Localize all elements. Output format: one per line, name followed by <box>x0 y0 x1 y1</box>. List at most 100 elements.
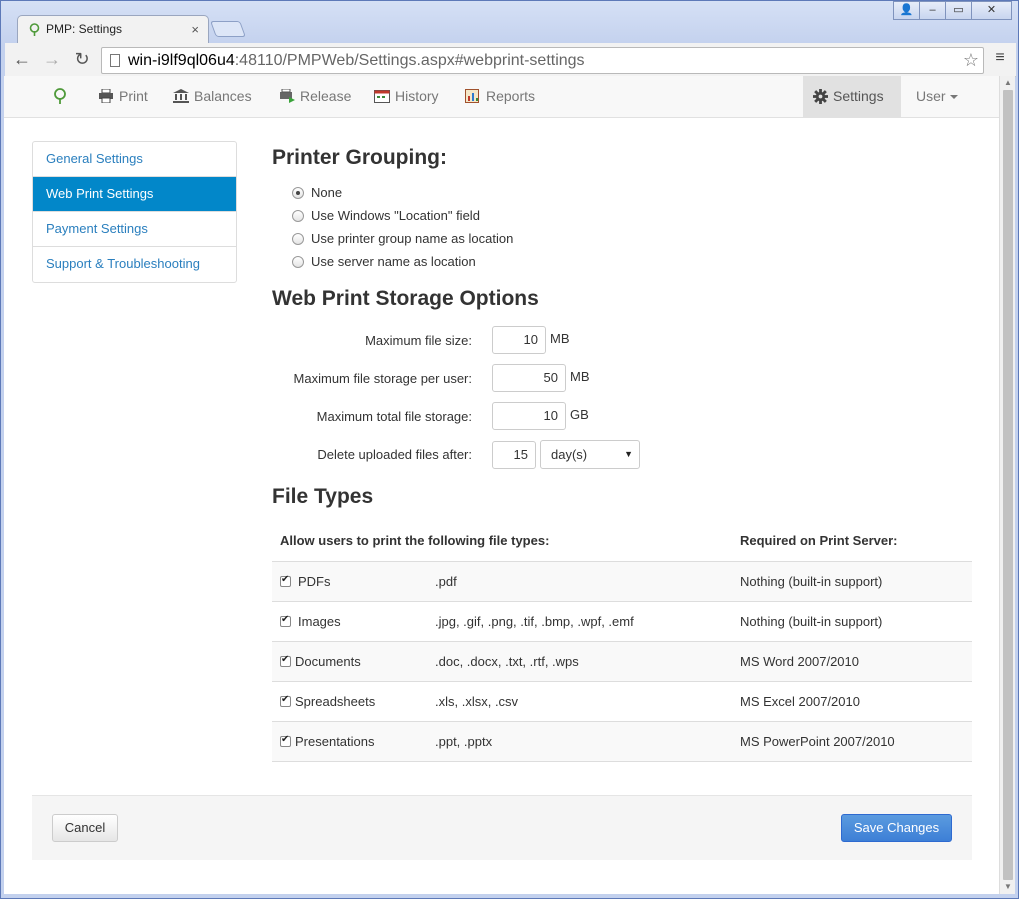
address-bar[interactable]: win-i9lf9ql06u4:48110/PMPWeb/Settings.as… <box>101 47 984 74</box>
nav-print-label: Print <box>119 88 148 104</box>
max-file-size-label: Maximum file size: <box>365 333 472 348</box>
nav-release-label: Release <box>300 88 352 104</box>
scrollbar-thumb[interactable] <box>1003 90 1013 880</box>
file-type-name: Presentations <box>295 733 375 749</box>
sidebar-item-payment-settings[interactable]: Payment Settings <box>33 212 236 247</box>
checkbox-images[interactable] <box>280 614 291 627</box>
table-header-row: Allow users to print the following file … <box>272 521 972 562</box>
radio-button[interactable] <box>292 210 304 222</box>
checkbox-presentations[interactable] <box>280 734 291 747</box>
url-host: win-i9lf9ql06u4 <box>128 52 235 69</box>
radio-button[interactable] <box>292 233 304 245</box>
nav-history[interactable]: History <box>364 76 449 118</box>
sidebar-item-support-troubleshooting[interactable]: Support & Troubleshooting <box>33 247 236 282</box>
bookmark-star-icon[interactable]: ☆ <box>963 48 979 73</box>
checkbox-pdfs[interactable] <box>280 574 291 587</box>
forward-arrow-icon[interactable]: → <box>41 49 63 71</box>
gear-icon <box>813 89 828 104</box>
delete-after-input[interactable]: 15 <box>492 441 536 469</box>
scroll-down-icon[interactable]: ▼ <box>1000 880 1016 894</box>
nav-settings-label: Settings <box>833 88 884 104</box>
calendar-icon <box>374 90 390 103</box>
file-types-table: Allow users to print the following file … <box>272 521 972 762</box>
nav-settings[interactable]: Settings <box>803 76 901 118</box>
scroll-up-icon[interactable]: ▲ <box>1000 76 1016 90</box>
home-logo[interactable] <box>42 76 83 118</box>
nav-reports[interactable]: Reports <box>455 76 545 118</box>
bank-icon <box>173 89 189 103</box>
caret-down-icon <box>949 95 958 99</box>
page-viewport: Print Balances Release History Reports S… <box>4 76 999 894</box>
tree-logo-icon <box>29 23 40 36</box>
radio-button[interactable] <box>292 256 304 268</box>
sidebar-item-general-settings[interactable]: General Settings <box>33 142 236 177</box>
max-file-size-row: Maximum file size: <box>272 326 472 354</box>
tab-title: PMP: Settings <box>46 22 123 36</box>
user-profile-icon[interactable]: 👤 <box>893 1 920 20</box>
radio-option-printer-group[interactable]: Use printer group name as location <box>292 231 513 251</box>
max-per-user-unit: MB <box>570 369 590 384</box>
extensions-cell: .xls, .xlsx, .csv <box>435 681 740 722</box>
sidebar-item-web-print-settings[interactable]: Web Print Settings <box>33 177 236 212</box>
checkbox-documents[interactable] <box>280 654 291 667</box>
max-per-user-label: Maximum file storage per user: <box>293 371 472 386</box>
printer-grouping-heading: Printer Grouping: <box>272 146 447 169</box>
nav-balances[interactable]: Balances <box>163 76 262 118</box>
max-file-size-input[interactable]: 10 <box>492 326 546 354</box>
browser-menu-icon[interactable]: ≡ <box>990 49 1010 69</box>
max-total-input[interactable]: 10 <box>492 402 566 430</box>
cancel-button[interactable]: Cancel <box>52 814 118 842</box>
max-total-unit: GB <box>570 407 589 422</box>
extensions-cell: .pdf <box>435 561 740 602</box>
file-type-name: PDFs <box>298 573 331 589</box>
printer-icon <box>99 89 113 103</box>
table-row: PDFs .pdf Nothing (built-in support) <box>272 561 972 602</box>
file-type-cell: Images <box>272 601 435 642</box>
storage-options-heading: Web Print Storage Options <box>272 287 539 310</box>
extensions-cell: .doc, .docx, .txt, .rtf, .wps <box>435 641 740 682</box>
nav-balances-label: Balances <box>194 88 252 104</box>
file-type-cell: PDFs <box>272 561 435 602</box>
save-changes-button[interactable]: Save Changes <box>841 814 952 842</box>
close-tab-icon[interactable]: × <box>191 16 199 43</box>
delete-after-unit-select[interactable]: day(s) ▼ <box>540 440 640 469</box>
tree-logo-icon <box>54 88 66 104</box>
file-type-cell: Spreadsheets <box>272 681 435 722</box>
release-icon <box>280 89 295 103</box>
radio-option-windows-location[interactable]: Use Windows "Location" field <box>292 208 480 228</box>
file-types-heading: File Types <box>272 485 374 508</box>
form-footer: Cancel Save Changes <box>32 795 972 860</box>
required-cell: MS PowerPoint 2007/2010 <box>740 721 972 762</box>
extensions-cell: .ppt, .pptx <box>435 721 740 762</box>
browser-toolbar: ← → ↻ win-i9lf9ql06u4:48110/PMPWeb/Setti… <box>5 43 1016 77</box>
browser-tab[interactable]: PMP: Settings × <box>17 15 209 43</box>
back-arrow-icon[interactable]: ← <box>11 49 33 71</box>
maximize-icon[interactable]: ▭ <box>945 1 972 20</box>
file-type-name: Documents <box>295 653 361 669</box>
vertical-scrollbar[interactable]: ▲ ▼ <box>999 76 1015 894</box>
minimize-icon[interactable]: – <box>919 1 946 20</box>
file-type-cell: Documents <box>272 641 435 682</box>
nav-reports-label: Reports <box>486 88 536 104</box>
required-cell: Nothing (built-in support) <box>740 601 972 642</box>
nav-user-dropdown[interactable]: User <box>906 76 968 118</box>
file-type-name: Spreadsheets <box>295 693 376 709</box>
close-window-icon[interactable]: ✕ <box>971 1 1012 20</box>
new-tab-button[interactable] <box>210 21 246 37</box>
page-icon <box>110 54 120 67</box>
max-per-user-input[interactable]: 50 <box>492 364 566 392</box>
radio-option-server-name[interactable]: Use server name as location <box>292 254 476 274</box>
table-row: Presentations .ppt, .pptx MS PowerPoint … <box>272 721 972 762</box>
checkbox-spreadsheets[interactable] <box>280 694 291 707</box>
nav-print[interactable]: Print <box>88 76 158 118</box>
table-row: Images .jpg, .gif, .png, .tif, .bmp, .wp… <box>272 601 972 642</box>
max-total-row: Maximum total file storage: <box>272 402 472 430</box>
reports-icon <box>465 89 479 103</box>
reload-icon[interactable]: ↻ <box>71 49 93 71</box>
radio-button[interactable] <box>292 187 304 199</box>
url-path: :48110/PMPWeb/Settings.aspx#webprint-set… <box>234 52 585 69</box>
file-type-cell: Presentations <box>272 721 435 762</box>
required-cell: Nothing (built-in support) <box>740 561 972 602</box>
nav-release[interactable]: Release <box>269 76 361 118</box>
radio-option-none[interactable]: None <box>292 185 342 205</box>
